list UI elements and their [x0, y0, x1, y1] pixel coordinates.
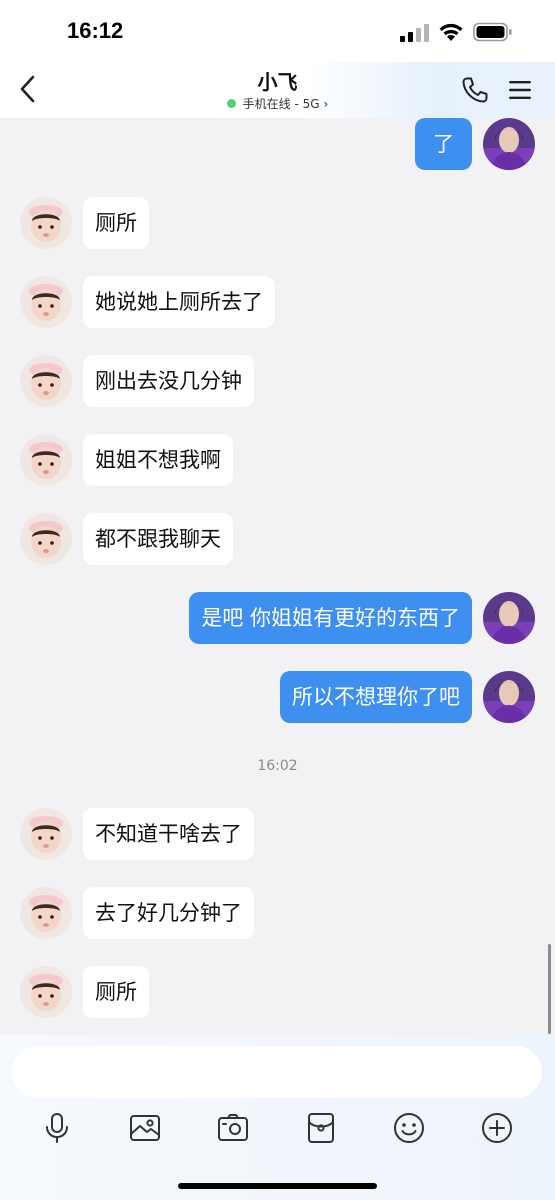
input-panel	[0, 1035, 555, 1200]
red-envelope-icon[interactable]	[304, 1111, 338, 1145]
status-bar: 16:12	[0, 0, 555, 62]
menu-icon[interactable]	[506, 76, 534, 104]
outgoing-message-bubble[interactable]: 了	[415, 118, 472, 170]
contact-avatar[interactable]	[20, 808, 72, 860]
battery-icon	[473, 22, 512, 42]
wifi-icon	[439, 23, 463, 41]
contact-avatar[interactable]	[20, 966, 72, 1018]
outgoing-message-bubble[interactable]: 所以不想理你了吧	[280, 671, 472, 723]
plus-icon[interactable]	[480, 1111, 514, 1145]
message-list[interactable]: 了 厕所 她说她上厕所去了 刚出去没几分钟 姐姐不想我啊 都不跟我聊天 是吧 你…	[0, 118, 555, 1035]
contact-avatar[interactable]	[20, 276, 72, 328]
my-avatar[interactable]	[483, 592, 535, 644]
scrollbar[interactable]	[548, 944, 551, 1034]
contact-avatar[interactable]	[20, 355, 72, 407]
incoming-message-bubble[interactable]: 都不跟我聊天	[83, 513, 233, 565]
microphone-icon[interactable]	[40, 1111, 74, 1145]
contact-avatar[interactable]	[20, 513, 72, 565]
cellular-signal-icon	[400, 24, 429, 42]
chat-header: 小飞 手机在线 - 5G ›	[0, 62, 555, 118]
incoming-message-bubble[interactable]: 刚出去没几分钟	[83, 355, 254, 407]
chat-screen: 16:12 小飞 手机在线 - 5G › 了 厕所 她说她上厕所去了 刚出去没几…	[0, 0, 555, 1200]
phone-call-icon[interactable]	[460, 75, 490, 105]
image-icon[interactable]	[128, 1111, 162, 1145]
camera-icon[interactable]	[216, 1111, 250, 1145]
contact-avatar[interactable]	[20, 197, 72, 249]
emoji-icon[interactable]	[392, 1111, 426, 1145]
incoming-message-bubble[interactable]: 厕所	[83, 966, 149, 1018]
contact-avatar[interactable]	[20, 434, 72, 486]
home-indicator[interactable]	[178, 1183, 377, 1189]
chevron-right-icon: ›	[323, 97, 329, 111]
incoming-message-bubble[interactable]: 去了好几分钟了	[83, 887, 254, 939]
status-time: 16:12	[67, 18, 124, 43]
online-dot-icon	[226, 99, 236, 108]
incoming-message-bubble[interactable]: 厕所	[83, 197, 149, 249]
incoming-message-bubble[interactable]: 姐姐不想我啊	[83, 434, 233, 486]
message-timestamp: 16:02	[257, 758, 298, 774]
contact-avatar[interactable]	[20, 887, 72, 939]
message-input[interactable]	[12, 1046, 542, 1098]
incoming-message-bubble[interactable]: 她说她上厕所去了	[83, 276, 275, 328]
online-status-text: 手机在线 - 5G	[242, 97, 320, 111]
my-avatar[interactable]	[483, 118, 535, 170]
outgoing-message-bubble[interactable]: 是吧 你姐姐有更好的东西了	[189, 592, 472, 644]
incoming-message-bubble[interactable]: 不知道干啥去了	[83, 808, 254, 860]
my-avatar[interactable]	[483, 671, 535, 723]
